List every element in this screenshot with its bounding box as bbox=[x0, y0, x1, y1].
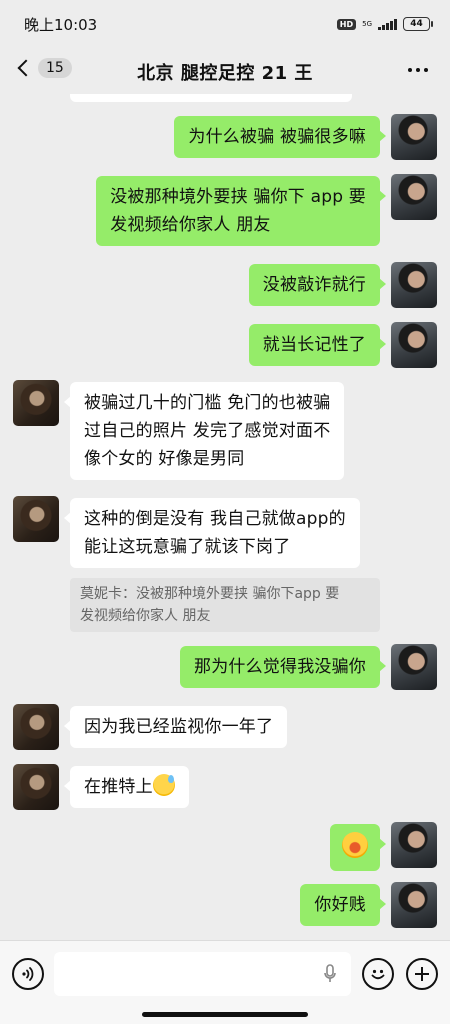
message-text: 就当长记性了 bbox=[262, 335, 366, 355]
message-text: 没被敲诈就行 bbox=[262, 275, 366, 295]
battery-level: 44 bbox=[410, 19, 423, 29]
message-input[interactable] bbox=[54, 952, 351, 996]
status-bar: 晚上10:03 HD 5G 44 bbox=[0, 0, 450, 48]
message-text: 你好贱 bbox=[314, 895, 366, 915]
contact-avatar[interactable] bbox=[13, 764, 59, 810]
previous-message-bubble bbox=[70, 94, 352, 102]
quoted-message[interactable]: 莫妮卡：没被那种境外要挟 骗你下app 要 发视频给你家人 朋友 bbox=[70, 578, 380, 632]
message-text-line: 像个女的 好像是男同 bbox=[84, 449, 245, 469]
message-text: 为什么被骗 被骗很多嘛 bbox=[188, 127, 366, 147]
message-text-line: 这种的倒是没有 我自己就做app的 bbox=[84, 509, 346, 529]
message-bubble-other[interactable]: 这种的倒是没有 我自己就做app的 能让这玩意骗了就该下岗了 bbox=[64, 498, 360, 568]
message-text-line: 能让这玩意骗了就该下岗了 bbox=[84, 537, 291, 557]
plus-icon bbox=[415, 967, 429, 981]
hot-face-emoji-icon bbox=[342, 832, 368, 858]
self-avatar[interactable] bbox=[391, 262, 437, 308]
more-dot-icon bbox=[416, 68, 420, 72]
message-text-line: 发视频给你家人 朋友 bbox=[110, 215, 271, 235]
battery-icon: 44 bbox=[403, 17, 433, 31]
message-bubble-self[interactable]: 为什么被骗 被骗很多嘛 bbox=[174, 116, 386, 158]
message-text-line: 过自己的照片 发完了感觉对面不 bbox=[84, 421, 331, 441]
message-text-line: 被骗过几十的门槛 免门的也被骗 bbox=[84, 393, 331, 413]
voice-input-button[interactable] bbox=[12, 958, 44, 990]
self-avatar[interactable] bbox=[391, 882, 437, 928]
message-bubble-self[interactable]: 没被敲诈就行 bbox=[248, 264, 387, 306]
message-bubble-other[interactable]: 在推特上 bbox=[64, 766, 189, 808]
self-avatar[interactable] bbox=[391, 174, 437, 220]
message-text: 那为什么觉得我没骗你 bbox=[194, 657, 366, 677]
home-indicator[interactable] bbox=[142, 1012, 308, 1017]
message-text: 在推特上 bbox=[84, 777, 153, 797]
chat-message-list[interactable]: 为什么被骗 被骗很多嘛 没被那种境外要挟 骗你下 app 要 发视频给你家人 朋… bbox=[0, 94, 450, 940]
microphone-icon[interactable] bbox=[324, 964, 336, 984]
message-bubble-other[interactable]: 被骗过几十的门槛 免门的也被骗 过自己的照片 发完了感觉对面不 像个女的 好像是… bbox=[63, 382, 345, 480]
signal-icon bbox=[378, 18, 397, 30]
chat-header: 15 北京 腿控足控 21 王 bbox=[0, 48, 450, 94]
quote-text-line: 发视频给你家人 朋友 bbox=[80, 608, 211, 624]
chat-title: 北京 腿控足控 21 王 bbox=[137, 63, 313, 84]
more-dot-icon bbox=[408, 68, 412, 72]
emoji-button[interactable] bbox=[362, 958, 394, 990]
voice-icon bbox=[22, 967, 34, 981]
message-text: 因为我已经监视你一年了 bbox=[84, 717, 274, 737]
more-dot-icon bbox=[424, 68, 428, 72]
status-icons: HD 5G 44 bbox=[336, 17, 433, 31]
self-avatar[interactable] bbox=[391, 822, 437, 868]
message-bubble-self[interactable]: 就当长记性了 bbox=[248, 324, 387, 366]
network-icon: 5G bbox=[362, 20, 372, 28]
message-bubble-other[interactable]: 因为我已经监视你一年了 bbox=[63, 706, 288, 748]
message-bubble-self[interactable] bbox=[330, 824, 386, 871]
network-label: 5G bbox=[362, 20, 372, 28]
message-bubble-self[interactable]: 你好贱 bbox=[300, 884, 386, 926]
message-text-line: 没被那种境外要挟 骗你下 app 要 bbox=[110, 187, 366, 207]
smiley-icon bbox=[371, 969, 385, 980]
contact-avatar[interactable] bbox=[13, 704, 59, 750]
self-avatar[interactable] bbox=[391, 644, 437, 690]
self-avatar[interactable] bbox=[391, 114, 437, 160]
message-bubble-self[interactable]: 没被那种境外要挟 骗你下 app 要 发视频给你家人 朋友 bbox=[96, 176, 386, 246]
sweat-smile-emoji-icon bbox=[152, 774, 175, 796]
status-time: 晚上10:03 bbox=[24, 15, 98, 34]
chevron-left-icon bbox=[17, 59, 35, 77]
self-avatar[interactable] bbox=[391, 322, 437, 368]
input-bar bbox=[0, 940, 450, 1024]
contact-avatar[interactable] bbox=[13, 496, 59, 542]
more-options-button[interactable] bbox=[408, 68, 428, 72]
more-functions-button[interactable] bbox=[406, 958, 438, 990]
hd-icon: HD bbox=[336, 18, 357, 30]
quote-text-line: 莫妮卡：没被那种境外要挟 骗你下app 要 bbox=[80, 586, 340, 602]
contact-avatar[interactable] bbox=[13, 380, 59, 426]
message-bubble-self[interactable]: 那为什么觉得我没骗你 bbox=[180, 646, 386, 688]
